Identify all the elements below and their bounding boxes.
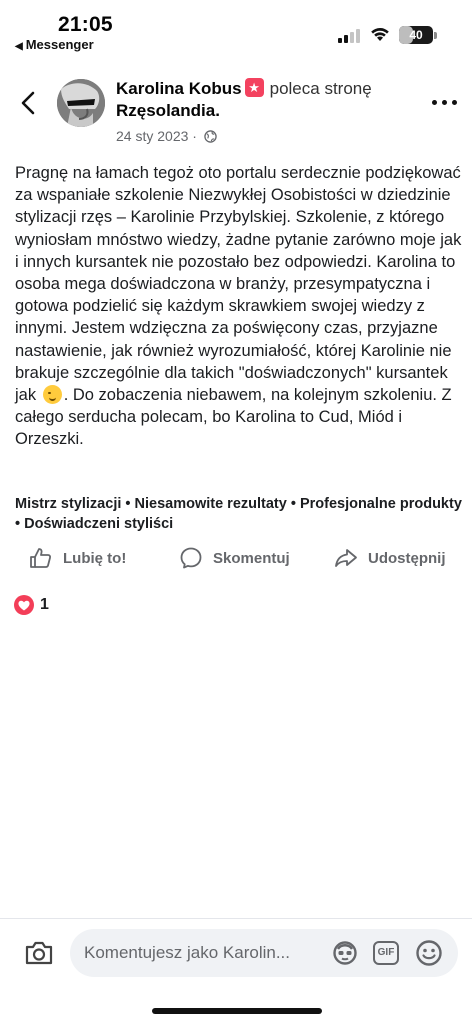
reaction-count: 1 — [40, 596, 49, 613]
share-arrow-icon — [335, 549, 357, 567]
post-actions: Lubię to! Skomentuj Udostępnij — [0, 543, 472, 573]
recommendation-tags: Mistrz stylizacji • Niesamowite rezultat… — [15, 496, 462, 532]
winking-face-emoji-icon — [42, 385, 62, 405]
home-indicator[interactable] — [152, 1008, 322, 1014]
author-avatar[interactable] — [57, 79, 105, 127]
comment-input[interactable]: Komentujesz jako Karolin... GIF — [70, 929, 458, 977]
like-button[interactable]: Lubię to! — [29, 543, 126, 573]
battery-level: 40 — [409, 28, 423, 42]
comment-button[interactable]: Skomentuj — [179, 543, 290, 573]
gif-icon[interactable]: GIF — [373, 941, 399, 965]
wifi-icon — [371, 28, 389, 41]
reaction-summary[interactable]: 1 — [14, 595, 49, 615]
post-date[interactable]: 24 sty 2023 — [116, 128, 188, 144]
share-button[interactable]: Udostępnij — [334, 543, 446, 573]
back-button[interactable] — [14, 85, 44, 121]
post-text: Pragnę na łamach tegoż oto portalu serde… — [15, 162, 463, 451]
thumbs-up-icon — [30, 548, 52, 568]
status-bar: 21:05 ◀ Messenger 40 — [0, 0, 472, 56]
status-time: 21:05 — [58, 13, 113, 36]
like-label: Lubię to! — [63, 549, 127, 567]
post-headline: Karolina Kobus poleca stronę Rzęsolandia. — [116, 78, 416, 122]
back-to-app-link[interactable]: ◀ Messenger — [15, 37, 94, 52]
recommends-label: poleca stronę — [269, 79, 372, 98]
camera-icon[interactable] — [24, 940, 54, 966]
comment-label: Skomentuj — [213, 549, 290, 567]
back-app-label: Messenger — [25, 37, 94, 52]
comment-composer: Komentujesz jako Karolin... GIF — [0, 918, 472, 1024]
back-triangle-icon: ◀ — [15, 41, 23, 52]
battery-icon: 40 — [399, 26, 433, 44]
comment-bubble-icon — [180, 547, 202, 569]
post-text-part1: Pragnę na łamach tegoż oto portalu serde… — [15, 164, 462, 405]
cellular-signal-icon — [338, 29, 362, 43]
comment-placeholder: Komentujesz jako Karolin... — [84, 943, 290, 962]
globe-icon — [204, 130, 217, 143]
avatar-sticker-icon[interactable] — [332, 940, 358, 966]
author-name[interactable]: Karolina Kobus — [116, 79, 242, 98]
emoji-icon[interactable] — [415, 939, 443, 967]
love-reaction-icon — [14, 595, 34, 615]
post-text-part2: . Do zobaczenia niebawem, na kolejnym sz… — [15, 386, 452, 449]
share-label: Udostępnij — [368, 549, 446, 567]
post-header: Karolina Kobus poleca stronę Rzęsolandia.… — [116, 78, 416, 145]
post-meta: 24 sty 2023 · — [116, 127, 416, 145]
battery-tip — [434, 32, 437, 39]
more-options-button[interactable] — [430, 96, 460, 108]
avatar-photo — [57, 79, 105, 127]
page-name-link[interactable]: Rzęsolandia. — [116, 100, 416, 122]
recommendation-star-icon — [244, 78, 264, 97]
